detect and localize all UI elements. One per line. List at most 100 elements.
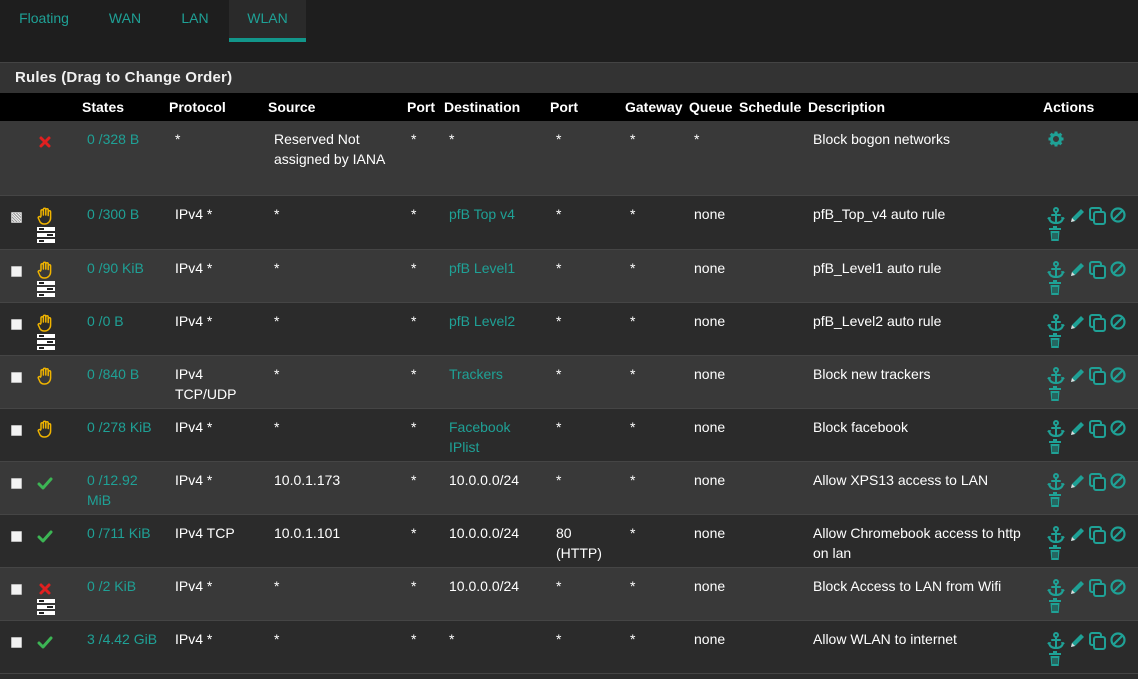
delete-trash-action-icon[interactable] (1048, 651, 1062, 667)
edit-pencil-action-icon[interactable] (1069, 420, 1086, 437)
cell-dport: * (556, 631, 562, 647)
copy-action-icon[interactable] (1089, 526, 1107, 544)
rule-checkbox[interactable] (11, 319, 22, 330)
tab-lan[interactable]: LAN (162, 0, 228, 42)
delete-trash-action-icon[interactable] (1048, 386, 1062, 402)
anchor-action-icon[interactable] (1047, 420, 1065, 438)
rule-checkbox[interactable] (11, 266, 22, 277)
copy-action-icon[interactable] (1089, 632, 1107, 650)
cell-source: Reserved Not assigned by IANA (274, 131, 386, 167)
disable-action-icon[interactable] (1110, 367, 1126, 383)
edit-pencil-action-icon[interactable] (1069, 367, 1086, 384)
disable-action-icon[interactable] (1110, 579, 1126, 595)
copy-action-icon[interactable] (1089, 261, 1107, 279)
edit-pencil-action-icon[interactable] (1069, 632, 1086, 649)
cell-description: pfB_Level2 auto rule (813, 313, 942, 329)
tab-wlan[interactable]: WLAN (229, 0, 306, 42)
pass-icon (37, 635, 54, 650)
cell-description: Allow Chromebook access to http on lan (813, 525, 1021, 561)
tab-floating[interactable]: Floating (0, 0, 88, 42)
rule-checkbox[interactable] (11, 584, 22, 595)
anchor-action-icon[interactable] (1047, 207, 1065, 225)
delete-trash-action-icon[interactable] (1048, 598, 1062, 614)
cell-protocol: * (175, 131, 181, 147)
col-queue: Queue (689, 99, 733, 115)
table-row[interactable]: 0 /711 KiB IPv4 TCP 10.0.1.101 * 10.0.0.0/24… (0, 515, 1138, 568)
edit-pencil-action-icon[interactable] (1069, 207, 1086, 224)
cell-destination: * (449, 131, 455, 147)
anchor-action-icon[interactable] (1047, 526, 1065, 544)
anchor-action-icon[interactable] (1047, 473, 1065, 491)
copy-action-icon[interactable] (1089, 420, 1107, 438)
cell-source: 10.0.1.173 (274, 472, 341, 488)
edit-pencil-action-icon[interactable] (1069, 473, 1086, 490)
row-divider (0, 673, 1138, 674)
cell-dport: * (556, 260, 562, 276)
cell-destination[interactable]: Trackers (449, 364, 539, 384)
rule-checkbox[interactable] (11, 637, 22, 648)
disable-action-icon[interactable] (1110, 261, 1126, 277)
rule-checkbox[interactable] (11, 531, 22, 542)
copy-action-icon[interactable] (1089, 473, 1107, 491)
edit-pencil-action-icon[interactable] (1069, 261, 1086, 278)
delete-trash-action-icon[interactable] (1048, 280, 1062, 296)
cell-sport: * (411, 313, 417, 329)
anchor-action-icon[interactable] (1047, 579, 1065, 597)
table-row[interactable]: 0 /90 KiB IPv4 * * * pfB Level1 * * none pfB_Lev… (0, 250, 1138, 303)
disable-action-icon[interactable] (1110, 314, 1126, 330)
disable-action-icon[interactable] (1110, 207, 1126, 223)
table-row[interactable]: 0 /278 KiB IPv4 * * * Facebook IPlist * * none B… (0, 409, 1138, 462)
rule-checkbox[interactable] (11, 478, 22, 489)
delete-trash-action-icon[interactable] (1048, 439, 1062, 455)
cell-dport: 80 (HTTP) (556, 525, 602, 561)
cell-destination[interactable]: pfB Top v4 (449, 204, 539, 224)
table-row[interactable]: 0 /2 KiB IPv4 * * * 10.0.0.0/24 * * none Block A… (0, 568, 1138, 621)
table-row[interactable]: 0 /300 B IPv4 * * * pfB Top v4 * * none pfB_Top_… (0, 196, 1138, 250)
cell-destination[interactable]: pfB Level1 (449, 258, 539, 278)
cell-destination[interactable]: pfB Level2 (449, 311, 539, 331)
block-icon (38, 582, 52, 596)
table-row[interactable]: 0 /0 B IPv4 * * * pfB Level2 * * none pfB_Level2… (0, 303, 1138, 356)
delete-trash-action-icon[interactable] (1048, 333, 1062, 349)
rule-checkbox[interactable] (11, 425, 22, 436)
disable-action-icon[interactable] (1110, 473, 1126, 489)
edit-pencil-action-icon[interactable] (1069, 579, 1086, 596)
cell-sport: * (411, 206, 417, 222)
disable-action-icon[interactable] (1110, 420, 1126, 436)
cell-destination: * (449, 631, 455, 647)
cell-gateway: * (630, 631, 636, 647)
cell-queue: none (694, 313, 726, 329)
log-icon (37, 599, 55, 615)
table-row[interactable]: 0 /840 B IPv4 TCP/UDP * * Trackers * * none Bloc… (0, 356, 1138, 409)
edit-pencil-action-icon[interactable] (1069, 314, 1086, 331)
copy-action-icon[interactable] (1089, 314, 1107, 332)
cell-dport: * (556, 578, 562, 594)
col-source: Source (268, 99, 316, 115)
table-row[interactable]: 0 /12.92 MiB IPv4 * 10.0.1.173 * 10.0.0.0/24… (0, 462, 1138, 515)
table-row[interactable]: 3 /4.42 GiB IPv4 * * * * * * none Allow WLAN to … (0, 621, 1138, 674)
cell-queue: none (694, 419, 726, 435)
cell-sport: * (411, 525, 417, 541)
copy-action-icon[interactable] (1089, 367, 1107, 385)
rule-checkbox[interactable] (11, 372, 22, 383)
rule-checkbox[interactable] (11, 212, 22, 223)
copy-action-icon[interactable] (1089, 207, 1107, 225)
copy-action-icon[interactable] (1089, 579, 1107, 597)
cell-description: Block facebook (813, 419, 908, 435)
anchor-action-icon[interactable] (1047, 261, 1065, 279)
delete-trash-action-icon[interactable] (1048, 545, 1062, 561)
cell-protocol: IPv4 * (175, 260, 213, 276)
anchor-action-icon[interactable] (1047, 632, 1065, 650)
disable-action-icon[interactable] (1110, 632, 1126, 648)
tab-wan[interactable]: WAN (88, 0, 162, 42)
cell-destination[interactable]: Facebook IPlist (449, 417, 539, 457)
delete-trash-action-icon[interactable] (1048, 226, 1062, 242)
anchor-action-icon[interactable] (1047, 367, 1065, 385)
cell-states: 0 /278 KiB (87, 419, 152, 435)
gear-action-icon[interactable] (1048, 131, 1064, 147)
disable-action-icon[interactable] (1110, 526, 1126, 542)
anchor-action-icon[interactable] (1047, 314, 1065, 332)
table-row[interactable]: 0 /328 B * Reserved Not assigned by IANA * *… (0, 121, 1138, 196)
edit-pencil-action-icon[interactable] (1069, 526, 1086, 543)
delete-trash-action-icon[interactable] (1048, 492, 1062, 508)
